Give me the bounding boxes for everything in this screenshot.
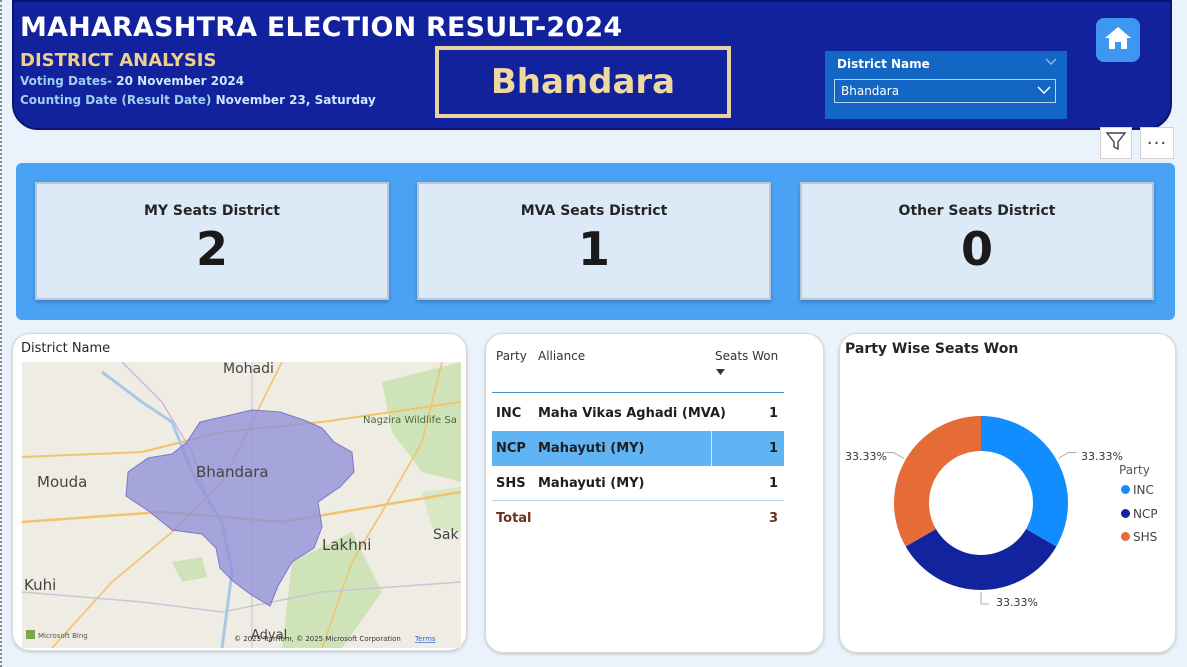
header-divider <box>492 392 784 393</box>
seats-table-panel: Party Alliance Seats Won INC Maha Vikas … <box>485 333 824 653</box>
cell-seats: 1 <box>768 441 778 456</box>
page-title: MAHARASHTRA ELECTION RESULT-2024 <box>20 12 623 43</box>
counting-date: Counting Date (Result Date) November 23,… <box>20 93 376 107</box>
column-header-alliance[interactable]: Alliance <box>538 349 585 363</box>
voting-date: Voting Dates- 20 November 2024 <box>20 74 244 88</box>
total-value: 3 <box>768 511 778 526</box>
bing-logo-icon <box>26 630 35 639</box>
total-divider <box>492 500 784 501</box>
selected-district-name: Bhandara <box>490 62 676 102</box>
slicer-title: District Name <box>837 57 930 71</box>
home-button[interactable] <box>1096 18 1140 62</box>
column-header-party[interactable]: Party <box>496 349 527 363</box>
leader-line <box>980 592 989 605</box>
cell-alliance: Mahayuti (MY) <box>538 476 645 491</box>
legend-item-inc[interactable]: INC <box>1121 483 1154 497</box>
legend-title: Party <box>1119 463 1150 477</box>
kpi-card-other-seats: Other Seats District 0 <box>800 182 1154 300</box>
table-row[interactable]: SHS Mahayuti (MY) 1 <box>492 466 784 501</box>
donut-slice-inc[interactable] <box>981 416 1068 547</box>
slicer-clear-icon[interactable] <box>1045 56 1057 69</box>
leader-line <box>885 452 905 459</box>
map-attribution: © 2025 TomTom, © 2025 Microsoft Corporat… <box>234 635 401 643</box>
cell-party: SHS <box>496 476 526 491</box>
counting-date-value: November 23, Saturday <box>215 93 376 107</box>
cell-party: INC <box>496 406 522 421</box>
legend-item-ncp[interactable]: NCP <box>1121 507 1158 521</box>
more-icon: ··· <box>1146 132 1168 154</box>
map-provider: Microsoft Bing <box>38 632 88 640</box>
page-subtitle: DISTRICT ANALYSIS <box>20 50 217 71</box>
voting-date-value: 20 November 2024 <box>116 74 245 88</box>
map-terms-link: Terms <box>414 635 436 643</box>
legend-dot <box>1121 532 1130 541</box>
kpi-value: 2 <box>195 222 228 276</box>
counting-date-label: Counting Date (Result Date) <box>20 93 212 107</box>
map-place-label: Lakhni <box>322 536 371 554</box>
table-row[interactable]: INC Maha Vikas Aghadi (MVA) 1 <box>492 396 784 431</box>
data-label-ncp: 33.33% <box>996 596 1038 609</box>
district-dropdown[interactable]: Bhandara <box>834 79 1056 103</box>
kpi-card-mva-seats: MVA Seats District 1 <box>417 182 771 300</box>
chevron-down-icon <box>1037 84 1051 96</box>
donut-slice-ncp[interactable] <box>905 529 1057 590</box>
donut-chart-panel: Party Wise Seats Won 33.33% 33.33% 33.33… <box>839 333 1176 653</box>
selected-district-card: Bhandara <box>435 46 731 118</box>
legend-item-shs[interactable]: SHS <box>1121 530 1157 544</box>
filter-icon <box>1105 130 1127 156</box>
kpi-label: Other Seats District <box>898 203 1056 219</box>
map-title: District Name <box>21 341 111 356</box>
donut-slice-shs[interactable] <box>894 416 981 547</box>
cell-alliance: Maha Vikas Aghadi (MVA) <box>538 406 726 421</box>
legend-dot <box>1121 485 1130 494</box>
table-row-selected[interactable]: NCP Mahayuti (MY) 1 <box>492 431 784 466</box>
data-label-shs: 33.33% <box>845 450 887 463</box>
kpi-label: MY Seats District <box>143 203 280 219</box>
voting-date-label: Voting Dates- <box>20 74 113 88</box>
kpi-band: MY Seats District 2 MVA Seats District 1… <box>16 163 1175 320</box>
cell-seats: 1 <box>768 406 778 421</box>
column-header-seats-won[interactable]: Seats Won <box>715 349 778 363</box>
header-banner: MAHARASHTRA ELECTION RESULT-2024 DISTRIC… <box>12 0 1172 130</box>
kpi-value: 0 <box>960 222 993 276</box>
legend-label: SHS <box>1133 530 1158 544</box>
total-label: Total <box>496 511 532 526</box>
home-icon <box>1104 25 1132 55</box>
map-place-label: Mouda <box>37 473 87 491</box>
map-place-label: Kuhi <box>24 576 56 594</box>
kpi-card-my-seats: MY Seats District 2 <box>35 182 389 300</box>
page-edge <box>0 0 4 667</box>
district-dropdown-value: Bhandara <box>841 84 900 98</box>
legend-dot <box>1121 509 1130 518</box>
filter-button[interactable] <box>1100 127 1132 159</box>
map-place-label: Nagzira Wildlife Sa <box>363 415 457 426</box>
cell-party: NCP <box>496 441 526 456</box>
district-map[interactable]: Mohadi Nagzira Wildlife Sa Bhandara Moud… <box>22 362 461 648</box>
more-options-button[interactable]: ··· <box>1140 127 1174 159</box>
legend-label: NCP <box>1133 507 1158 521</box>
sort-desc-icon[interactable] <box>716 364 725 378</box>
data-label-inc: 33.33% <box>1081 450 1123 463</box>
district-slicer: District Name Bhandara <box>825 51 1067 119</box>
legend-label: INC <box>1133 483 1154 497</box>
map-place-label: Mohadi <box>223 362 274 377</box>
kpi-value: 1 <box>577 222 610 276</box>
cell-alliance: Mahayuti (MY) <box>538 441 645 456</box>
map-place-label: Sak <box>433 527 459 543</box>
cell-divider <box>711 431 712 466</box>
kpi-label: MVA Seats District <box>520 203 668 219</box>
leader-line <box>1057 452 1077 459</box>
map-panel: District Name Mohadi Nagzira Wildlife Sa <box>12 333 467 651</box>
cell-seats: 1 <box>768 476 778 491</box>
map-place-label: Bhandara <box>196 463 269 481</box>
